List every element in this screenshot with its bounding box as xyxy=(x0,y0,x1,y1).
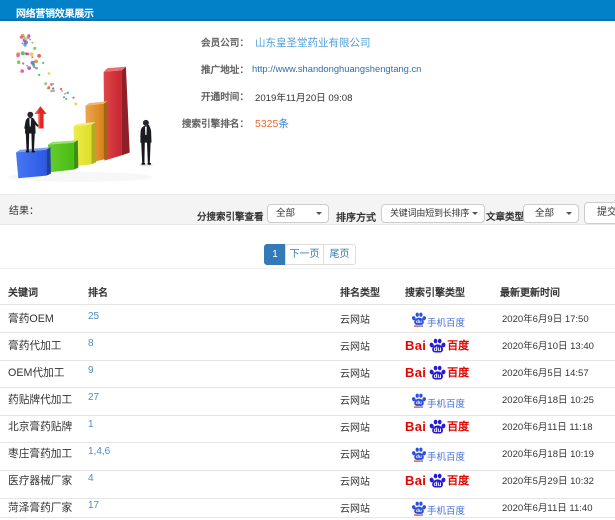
svg-text:du: du xyxy=(434,373,442,380)
svg-text:du: du xyxy=(416,319,422,325)
svg-text:du: du xyxy=(434,346,442,353)
svg-text:du: du xyxy=(416,400,422,406)
svg-text:du: du xyxy=(434,427,442,434)
svg-text:du: du xyxy=(434,481,442,488)
svg-text:du: du xyxy=(416,454,422,460)
svg-text:du: du xyxy=(416,508,422,514)
